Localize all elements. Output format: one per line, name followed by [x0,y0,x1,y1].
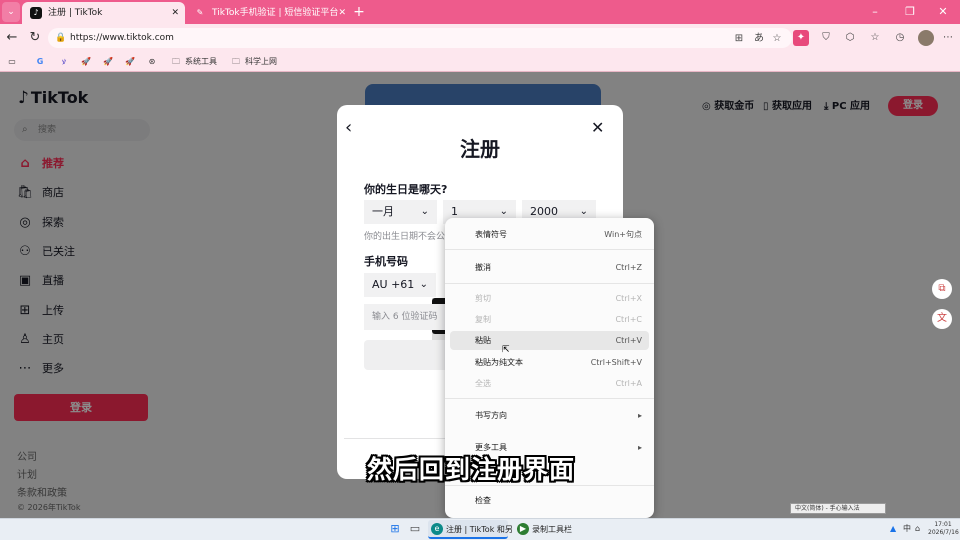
phone-label: 手机号码 [364,255,408,268]
tab-label: TikTok手机验证 | 短信验证平台 [212,8,339,18]
restore-icon[interactable]: ❐ [893,0,927,24]
favorite-star-icon[interactable]: ☆ [770,32,784,46]
close-tab-icon[interactable]: ✕ [338,2,346,24]
taskbar-app-recorder[interactable]: ▶ 录制工具栏 [514,520,580,539]
taskbar-app-edge[interactable]: e 注册 | TikTok 和另 [428,520,513,539]
submenu-arrow-icon: ▸ [637,411,642,420]
side-translate-icon[interactable]: 文 [932,309,952,329]
windows-start-icon[interactable]: ⊞ [388,522,402,536]
url-field[interactable]: 🔒 https://www.tiktok.com ⊞ あ ☆ [48,28,792,48]
url-text: https://www.tiktok.com [70,33,174,43]
tiktok-favicon-icon: ♪ [30,7,42,19]
extension-icon[interactable]: ✦ [793,30,809,46]
close-window-icon[interactable]: ✕ [926,0,960,24]
bookmark-app-icon[interactable]: ▭ [6,54,21,70]
modal-title: 注册 [460,137,500,161]
close-tab-icon[interactable]: ✕ [171,2,179,24]
menu-item-paste-plain[interactable]: 粘贴为纯文本 Ctrl+Shift+V [450,353,649,372]
date: 2026/7/16 [928,529,959,536]
month-select[interactable]: 一月 ⌄ [364,200,437,224]
bookmark-site-icon[interactable]: ꝟ [58,54,73,70]
tab-actions-menu-icon[interactable]: ⌄ [2,2,20,22]
country-code-select[interactable]: AU +61 ⌄ [364,273,436,297]
new-tab-button[interactable]: + [350,2,368,22]
translate-icon[interactable]: あ [752,32,766,46]
app-available-icon[interactable]: ⊞ [732,32,746,46]
folder-icon: 🗀 [172,56,180,66]
address-toolbar: ← ↻ 🔒 https://www.tiktok.com ⊞ あ ☆ ✦ ⛉ ⬡… [0,24,960,52]
minimize-icon[interactable]: – [858,0,892,24]
mouse-cursor-icon: ⇱ [502,345,510,355]
menu-item-emoji[interactable]: 表情符号 Win+句点 [450,225,649,244]
task-view-icon[interactable]: ▭ [408,522,422,536]
extension-b-icon[interactable]: ⛉ [818,30,834,46]
menu-separator [445,283,654,284]
refresh-icon[interactable]: ↻ [26,29,44,47]
menu-item-paste[interactable]: 粘贴 Ctrl+V [450,331,649,350]
tab-bar: ⌄ ♪ 注册 | TikTok ✕ ✎ TikTok手机验证 | 短信验证平台 … [0,0,960,24]
recorder-icon: ▶ [517,523,529,535]
tab-label: 注册 | TikTok [48,8,103,18]
video-subtitle: 然后回到注册界面 [367,455,576,484]
bookmark-rocket-icon[interactable]: 🚀 [124,54,139,70]
tab-sms-platform[interactable]: ✎ TikTok手机验证 | 短信验证平台 ✕ [186,2,352,24]
chevron-down-icon: ⌄ [420,206,429,217]
extensions-puzzle-icon[interactable]: ⬡ [842,30,858,46]
time: 17:01 [934,521,952,528]
edge-icon: e [431,523,443,535]
history-icon[interactable]: ◷ [892,30,908,46]
bookmark-google[interactable]: G [34,54,49,70]
bookmarks-bar: ▭ G ꝟ 🚀 🚀 🚀 ⊛ 🗀 系统工具 🗀 科学上网 [0,52,960,72]
menu-item-inspect[interactable]: 检查 [450,491,649,510]
menu-separator [445,249,654,250]
menu-separator [445,398,654,399]
bookmark-folder-vpn[interactable]: 🗀 科学上网 [230,54,277,70]
folder-icon: 🗀 [232,56,240,66]
tray-icon[interactable]: ▲ [890,522,896,536]
bookmark-openai-icon[interactable]: ⊛ [146,54,161,70]
side-tool-icon[interactable]: ⧉ [932,279,952,299]
birthday-label: 你的生日是哪天? [364,183,448,196]
chevron-down-icon: ⌄ [419,279,428,290]
menu-item-writing-direction[interactable]: 书写方向 ▸ [450,406,649,425]
favorites-icon[interactable]: ☆ [867,30,883,46]
back-icon[interactable]: ← [3,29,21,47]
more-menu-icon[interactable]: ⋯ [940,30,956,46]
bookmark-rocket-icon[interactable]: 🚀 [80,54,95,70]
network-icon[interactable]: ⌂ [915,522,920,536]
pen-favicon-icon: ✎ [196,8,204,17]
profile-avatar[interactable] [918,30,934,46]
menu-item-copy: 复制 Ctrl+C [475,315,642,324]
bookmark-rocket-icon[interactable]: 🚀 [102,54,117,70]
menu-item-cut: 剪切 Ctrl+X [475,294,642,303]
submenu-arrow-icon: ▸ [637,443,642,452]
ime-tooltip: 中文(简体) - 手心输入法 [790,503,886,514]
menu-item-select-all: 全选 Ctrl+A [475,379,642,388]
birthday-help-text: 你的出生日期不会公 [364,232,446,242]
taskbar: ⊞ ▭ e 注册 | TikTok 和另 ▶ 录制工具栏 ▲ 中 ⌂ 17:01… [0,518,960,540]
menu-item-undo[interactable]: 撤消 Ctrl+Z [450,258,649,277]
bookmark-folder-system-tools[interactable]: 🗀 系统工具 [170,54,217,70]
lock-icon: 🔒 [55,33,67,43]
clock[interactable]: 17:01 2026/7/16 [928,521,959,537]
tab-tiktok-register[interactable]: ♪ 注册 | TikTok ✕ [22,2,185,24]
ime-language-indicator[interactable]: 中 [903,522,911,536]
